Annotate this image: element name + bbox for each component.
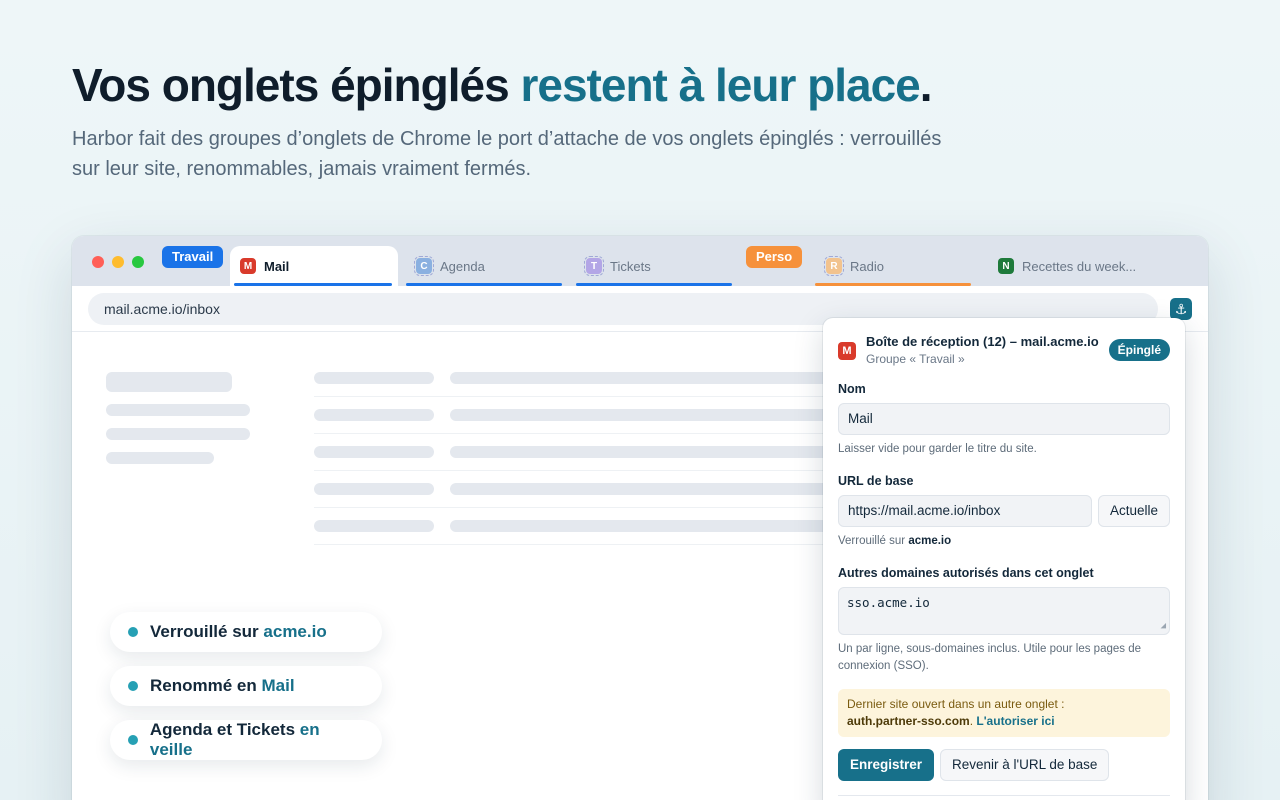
domains-label: Autres domaines autorisés dans cet ongle… bbox=[838, 566, 1094, 580]
name-label: Nom bbox=[838, 382, 866, 396]
url-label: URL de base bbox=[838, 474, 914, 488]
anchor-icon[interactable]: ⚓ bbox=[1170, 298, 1192, 320]
minimize-window-button[interactable] bbox=[112, 256, 124, 268]
bullet-dot-icon bbox=[128, 627, 138, 637]
use-current-button[interactable]: Actuelle bbox=[1097, 495, 1170, 527]
skeleton-divider bbox=[314, 433, 834, 434]
skeleton-block bbox=[106, 372, 232, 392]
notes-favicon-icon: N bbox=[998, 258, 1014, 274]
skeleton-block bbox=[450, 372, 830, 384]
window-controls bbox=[92, 256, 144, 268]
bubble-text: Renommé en Mail bbox=[150, 676, 295, 695]
maximize-window-button[interactable] bbox=[132, 256, 144, 268]
skeleton-divider bbox=[314, 507, 834, 508]
tab-label: Radio bbox=[850, 258, 884, 274]
hero-title-accent: restent à leur place bbox=[520, 59, 920, 111]
mail-favicon-icon: M bbox=[838, 342, 856, 360]
tickets-favicon-icon: T bbox=[584, 256, 604, 276]
reset-url-button[interactable]: Revenir à l'URL de base bbox=[940, 749, 1110, 781]
popup-header: M Boîte de réception (12) – mail.acme.io… bbox=[838, 332, 1170, 366]
popup-divider bbox=[838, 795, 1170, 796]
skeleton-block bbox=[450, 520, 830, 532]
tab-label: Agenda bbox=[440, 258, 485, 274]
domains-hint: Un par ligne, sous-domaines inclus. Util… bbox=[838, 643, 1141, 672]
close-window-button[interactable] bbox=[92, 256, 104, 268]
hero-title-main: Vos onglets épinglés bbox=[72, 59, 510, 111]
domains-textarea[interactable]: sso.acme.io ◢ bbox=[838, 587, 1170, 635]
tab-label: Recettes du week... bbox=[1022, 258, 1137, 274]
tab-group-travail[interactable]: Travail bbox=[162, 246, 224, 268]
allow-here-link[interactable]: L'autoriser ici bbox=[976, 714, 1054, 728]
hero-subtitle: Harbor fait des groupes d’onglets de Chr… bbox=[72, 128, 942, 180]
popup-title: Boîte de réception (12) – mail.acme.io bbox=[866, 334, 1099, 349]
popup-subtitle: Groupe « Travail » bbox=[866, 352, 965, 366]
skeleton-block bbox=[314, 520, 434, 532]
tab-label: Tickets bbox=[610, 258, 651, 274]
feature-bubble-renamed: Renommé en Mail bbox=[110, 666, 382, 706]
lock-hint: Verrouillé sur acme.io bbox=[838, 535, 952, 547]
bubble-text: Agenda et Tickets en veille bbox=[149, 720, 320, 759]
hero-title: Vos onglets épinglés restent à leur plac… bbox=[72, 58, 1072, 112]
bubble-text: Verrouillé sur acme.io bbox=[150, 622, 327, 641]
skeleton-block bbox=[106, 452, 214, 464]
bullet-dot-icon bbox=[128, 735, 138, 745]
bullet-dot-icon bbox=[128, 681, 138, 691]
skeleton-block bbox=[314, 409, 434, 421]
tab-strip: Travail M Mail C Agenda T Tickets Perso … bbox=[72, 236, 1208, 286]
tab-mail[interactable]: M Mail bbox=[230, 246, 398, 286]
skeleton-block bbox=[314, 446, 434, 458]
radio-favicon-icon: R bbox=[824, 256, 844, 276]
name-hint: Laisser vide pour garder le titre du sit… bbox=[838, 443, 1037, 455]
skeleton-block bbox=[450, 409, 830, 421]
feature-bubble-sleeping: Agenda et Tickets en veille bbox=[110, 720, 382, 760]
hero: Vos onglets épinglés restent à leur plac… bbox=[72, 58, 1072, 184]
base-url-input[interactable]: https://mail.acme.io/inbox bbox=[838, 495, 1092, 527]
skeleton-divider bbox=[314, 544, 834, 545]
skeleton-divider bbox=[314, 470, 834, 471]
skeleton-block bbox=[314, 483, 434, 495]
warning-notice: Dernier site ouvert dans un autre onglet… bbox=[838, 689, 1170, 737]
skeleton-block bbox=[106, 404, 250, 416]
tab-recettes[interactable]: N Recettes du week... bbox=[988, 246, 1158, 286]
calendar-favicon-icon: C bbox=[414, 256, 434, 276]
tab-group-perso[interactable]: Perso bbox=[746, 246, 803, 268]
skeleton-block bbox=[450, 446, 830, 458]
name-input[interactable]: Mail bbox=[838, 403, 1170, 435]
tab-tickets[interactable]: T Tickets bbox=[576, 246, 732, 286]
pinned-badge: Épinglé bbox=[1108, 339, 1170, 361]
extension-popup: M Boîte de réception (12) – mail.acme.io… bbox=[823, 318, 1185, 800]
hero-title-end: . bbox=[919, 59, 933, 111]
skeleton-block bbox=[106, 428, 250, 440]
resize-grip-icon[interactable]: ◢ bbox=[1161, 621, 1166, 631]
tab-radio[interactable]: R Radio bbox=[816, 246, 972, 286]
tab-agenda[interactable]: C Agenda bbox=[406, 246, 562, 286]
skeleton-block bbox=[450, 483, 830, 495]
skeleton-divider bbox=[314, 396, 834, 397]
skeleton-block bbox=[314, 372, 434, 384]
feature-bubble-locked: Verrouillé sur acme.io bbox=[110, 612, 382, 652]
tab-label: Mail bbox=[264, 258, 290, 274]
save-button[interactable]: Enregistrer bbox=[838, 749, 935, 781]
mail-favicon-icon: M bbox=[240, 258, 256, 274]
